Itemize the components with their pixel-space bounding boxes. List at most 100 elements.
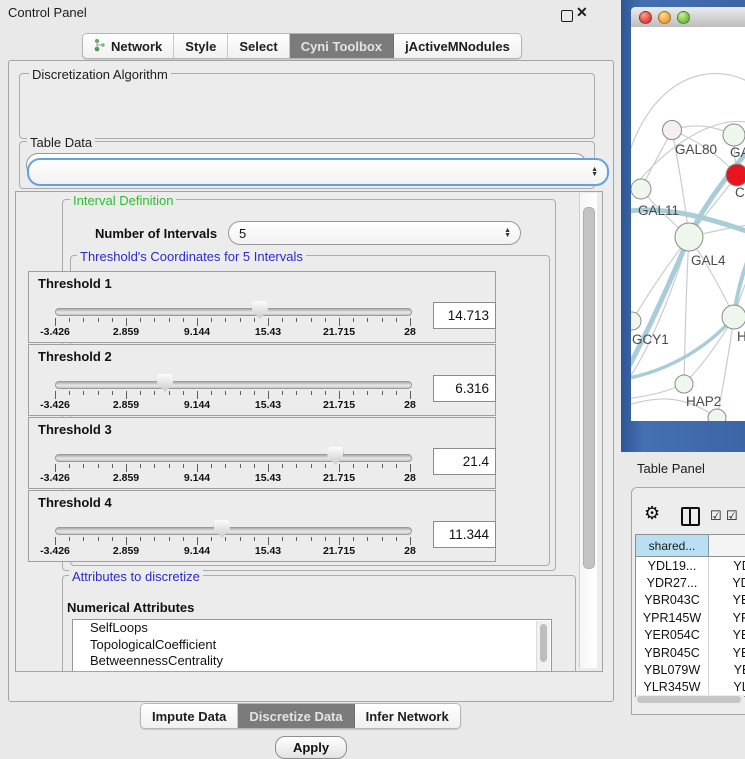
split-columns-icon[interactable] <box>681 507 700 526</box>
checkbox-icon[interactable]: ☑ <box>710 508 722 524</box>
table-cell: YBR043C <box>636 592 709 609</box>
tab-impute-data[interactable]: Impute Data <box>141 704 238 728</box>
tab-label: Cyni Toolbox <box>301 39 382 54</box>
tick-mark <box>140 464 141 468</box>
table-row[interactable]: YBR045CYBR0 <box>636 644 745 661</box>
network-window-titlebar[interactable] <box>631 7 745 28</box>
close-icon[interactable]: ✕ <box>576 4 588 21</box>
tick-label: 2.859 <box>113 326 139 338</box>
tick-mark <box>325 391 326 395</box>
app-root: { "dock": { "title": "Control Panel", "f… <box>0 0 745 745</box>
scrollbar-thumb[interactable] <box>637 696 741 703</box>
slider-track[interactable] <box>55 381 412 389</box>
network-node[interactable] <box>723 124 745 146</box>
bottom-tab-strip: Impute DataDiscretize Data Infer Network <box>140 703 461 729</box>
slider-thumb[interactable] <box>327 447 343 465</box>
checkbox-icon[interactable]: ☑ <box>726 508 738 524</box>
threshold-label: Threshold 2 <box>38 349 112 364</box>
close-traffic-light[interactable] <box>639 11 652 24</box>
tick-label: -3.426 <box>40 399 70 411</box>
column-header-2[interactable]: n <box>709 535 745 556</box>
tick-mark <box>410 464 411 472</box>
table-cell: YBL0 <box>709 661 745 678</box>
combo-stepper-icon: ▲▼ <box>504 222 511 244</box>
threshold-value-field[interactable]: 6.316 <box>433 375 496 402</box>
network-node[interactable] <box>708 409 726 421</box>
tick-mark <box>240 391 241 395</box>
tick-mark <box>83 391 84 395</box>
scrollbar-thumb[interactable] <box>583 207 595 569</box>
tab-discretize-data[interactable]: Discretize Data <box>238 704 354 728</box>
network-edge <box>684 237 689 384</box>
network-node-label: GAL11 <box>638 203 679 218</box>
network-canvas[interactable]: GAL80GACGAL11GAL4GCY1HHAP2 <box>631 27 745 421</box>
tab-jactivemnodules[interactable]: jActiveMNodules <box>394 34 521 58</box>
table-horizontal-scrollbar[interactable] <box>636 695 744 704</box>
network-node[interactable] <box>722 305 745 329</box>
tick-mark <box>339 464 340 472</box>
tab-infer-network[interactable]: Infer Network <box>355 704 460 728</box>
threshold-panel: Threshold 3-3.4262.8599.14415.4321.71528… <box>28 417 496 489</box>
table-cell: YBL079W <box>636 661 709 678</box>
tab-select[interactable]: Select <box>228 34 289 58</box>
network-node[interactable] <box>675 223 703 251</box>
slider-thumb[interactable] <box>252 301 268 319</box>
attribute-list-item[interactable]: SelfLoops <box>73 620 551 637</box>
table-row[interactable]: YBR043CYBR0 <box>636 592 745 609</box>
node-attribute-table[interactable]: shared...n YDL19...YDL1YDR27...YDR2YBR04… <box>635 534 745 697</box>
slider-track[interactable] <box>55 308 412 316</box>
table-row[interactable]: YBL079WYBL0 <box>636 661 745 678</box>
table-row[interactable]: YER054CYER0 <box>636 627 745 644</box>
numerical-attributes-label: Numerical Attributes <box>67 600 194 615</box>
tab-label: jActiveMNodules <box>405 39 510 54</box>
column-header-1[interactable]: shared... <box>636 535 709 556</box>
network-node[interactable] <box>726 164 745 186</box>
zoom-traffic-light[interactable] <box>677 11 690 24</box>
table-row[interactable]: YLR345WYLR3 <box>636 679 745 696</box>
table-row[interactable]: YDR27...YDR2 <box>636 574 745 591</box>
tick-mark <box>382 537 383 541</box>
slider-track[interactable] <box>55 454 412 462</box>
threshold-value-field[interactable]: 11.344 <box>433 521 496 548</box>
tab-cyni-toolbox[interactable]: Cyni Toolbox <box>290 34 394 58</box>
slider-track[interactable] <box>55 527 412 535</box>
attribute-list-item[interactable]: BetweennessCentrality <box>73 653 551 670</box>
threshold-label: Threshold 3 <box>38 422 112 437</box>
settings-vertical-scrollbar[interactable] <box>579 193 597 668</box>
attributes-list-scrollbar[interactable] <box>536 621 550 671</box>
network-node[interactable] <box>631 179 651 199</box>
slider-thumb[interactable] <box>214 520 230 538</box>
tick-mark <box>311 318 312 322</box>
algorithm-combo[interactable]: ▲▼ <box>27 158 609 186</box>
table-row[interactable]: YPR145WYPR1 <box>636 609 745 626</box>
attribute-list-item[interactable]: TopologicalCoefficient <box>73 637 551 654</box>
tick-mark <box>325 464 326 468</box>
gear-icon[interactable]: ⚙ <box>644 504 660 522</box>
network-node[interactable] <box>675 375 693 393</box>
tick-mark <box>254 391 255 395</box>
threshold-value-field[interactable]: 21.4 <box>433 448 496 475</box>
numerical-attributes-list[interactable]: SelfLoopsTopologicalCoefficientBetweenne… <box>72 619 552 672</box>
tick-mark <box>296 464 297 468</box>
tab-style[interactable]: Style <box>174 34 228 58</box>
number-of-intervals-value: 5 <box>239 226 246 241</box>
tab-network[interactable]: Network <box>83 34 174 58</box>
threshold-label: Threshold 4 <box>38 495 112 510</box>
network-node-label: GAL80 <box>675 142 717 157</box>
number-of-intervals-combo[interactable]: 5 ▲▼ <box>228 221 521 245</box>
tick-label: -3.426 <box>40 326 70 338</box>
tick-mark <box>83 464 84 468</box>
minimize-traffic-light[interactable] <box>658 11 671 24</box>
tab-label: Infer Network <box>366 709 449 724</box>
network-node[interactable] <box>631 312 641 330</box>
float-window-icon[interactable] <box>561 10 573 22</box>
threshold-value-field[interactable]: 14.713 <box>433 302 496 329</box>
table-row[interactable]: YDL19...YDL1 <box>636 557 745 574</box>
tick-label: 15.43 <box>255 472 281 484</box>
tick-label: 9.144 <box>184 472 210 484</box>
slider-thumb[interactable] <box>157 374 173 392</box>
table-cell: YBR0 <box>709 592 745 609</box>
network-node[interactable] <box>663 121 682 140</box>
apply-button[interactable]: Apply <box>275 736 347 759</box>
tick-mark <box>367 537 368 541</box>
